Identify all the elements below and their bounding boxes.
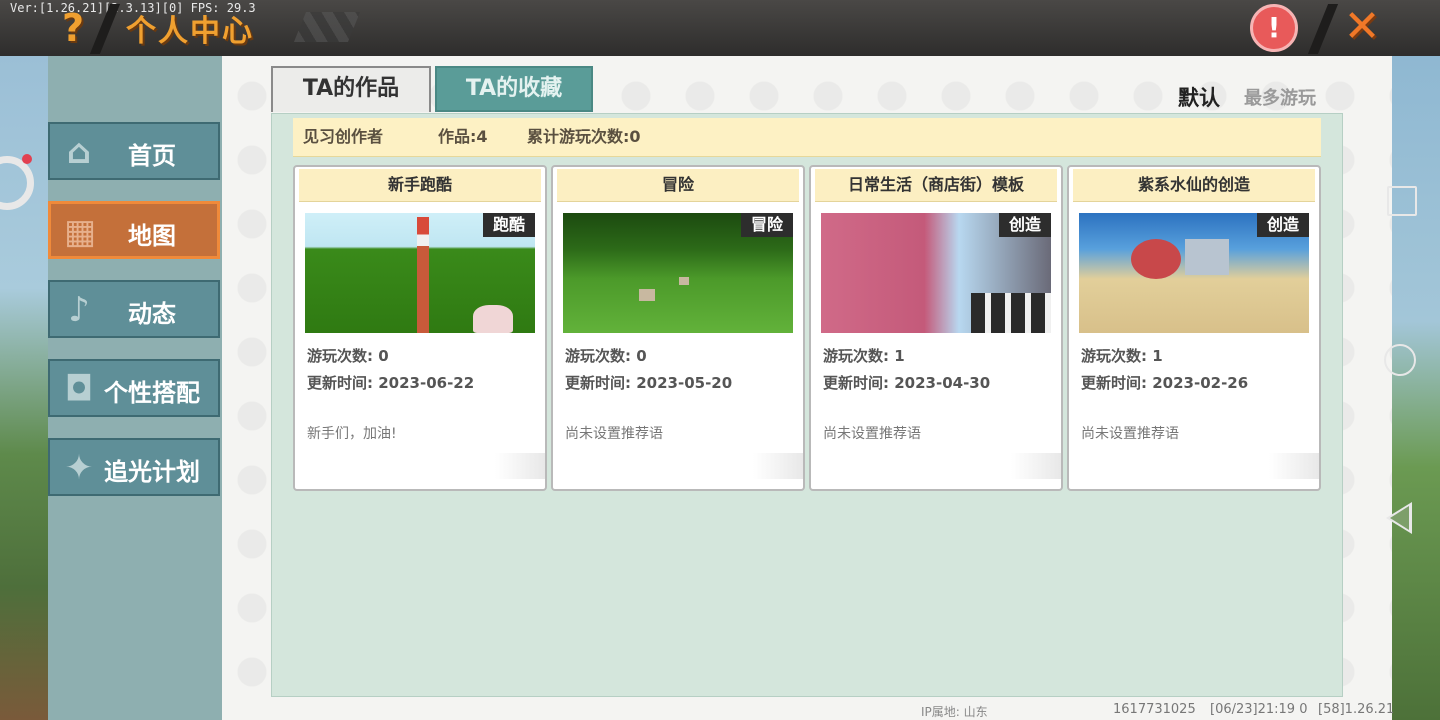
card-description: 新手们，加油! [307, 426, 397, 442]
play-count: 游玩次数: 1 [823, 347, 905, 365]
map-thumbnail[interactable]: 冒险 [563, 213, 793, 333]
works-count: 作品:4 [438, 127, 488, 146]
creator-info-bar: 见习创作者 作品:4 累计游玩次数:0 [293, 118, 1321, 157]
category-tag: 冒险 [741, 213, 793, 237]
report-warning-icon[interactable]: ! [1250, 4, 1298, 52]
sidebar-item-label: 地图 [128, 222, 176, 250]
map-card[interactable]: 日常生活（商店街）模板 创造 游玩次数: 1 更新时间: 2023-04-30 … [809, 165, 1063, 491]
system-navigation [1360, 56, 1440, 720]
header-stripe-decoration [293, 12, 361, 42]
update-time: 更新时间: 2023-06-22 [307, 374, 475, 392]
ip-location: IP属地: 山东 [921, 705, 988, 719]
sidebar-item-plan[interactable]: ✦ 追光计划 [48, 438, 220, 496]
play-count: 游玩次数: 0 [307, 347, 389, 365]
rock-decoration [639, 289, 655, 301]
block-decoration [473, 305, 513, 333]
sidebar-item-map[interactable]: ▦ 地图 [48, 201, 220, 259]
works-list: 见习创作者 作品:4 累计游玩次数:0 新手跑酷 跑酷 游玩次数: 0 更新时间… [271, 113, 1343, 697]
map-card[interactable]: 冒险 冒险 游玩次数: 0 更新时间: 2023-05-20 尚未设置推荐语 [551, 165, 805, 491]
update-time: 更新时间: 2023-04-30 [823, 374, 991, 392]
sidebar-item-activity[interactable]: ♪ 动态 [48, 280, 220, 338]
sidebar-item-label: 追光计划 [104, 458, 200, 486]
card-title: 新手跑酷 [299, 169, 541, 202]
sidebar-item-label: 动态 [128, 300, 176, 328]
card-shade [753, 453, 803, 479]
map-thumbnail[interactable]: 跑酷 [305, 213, 535, 333]
header-divider [1307, 4, 1339, 54]
top-bar: Ver:[1.26.21][2.3.13][0] FPS: 29.3 ? 个人中… [0, 0, 1440, 56]
sidebar-item-label: 个性搭配 [104, 379, 200, 407]
card-shade [1269, 453, 1319, 479]
road-decoration [971, 293, 1051, 333]
card-description: 尚未设置推荐语 [1081, 426, 1179, 442]
update-time: 更新时间: 2023-05-20 [565, 374, 733, 392]
map-card[interactable]: 新手跑酷 跑酷 游玩次数: 0 更新时间: 2023-06-22 新手们，加油! [293, 165, 547, 491]
tab-works[interactable]: TA的作品 [271, 66, 431, 112]
card-description: 尚未设置推荐语 [565, 426, 663, 442]
timestamp: [06/23]21:19 0 [1210, 702, 1308, 717]
card-title: 冒险 [557, 169, 799, 202]
recents-icon[interactable] [1387, 186, 1417, 216]
sidebar: ⌂ 首页 ▦ 地图 ♪ 动态 ◘ 个性搭配 ✦ 追光计划 [48, 56, 222, 720]
play-count: 游玩次数: 1 [1081, 347, 1163, 365]
building-decoration [1185, 239, 1229, 275]
map-card[interactable]: 紫系水仙的创造 创造 游玩次数: 1 更新时间: 2023-02-26 尚未设置… [1067, 165, 1321, 491]
page-title: 个人中心 [126, 14, 254, 49]
card-title: 紫系水仙的创造 [1073, 169, 1315, 202]
main-panel: TA的作品 TA的收藏 默认 最多游玩 见习创作者 作品:4 累计游玩次数:0 … [222, 56, 1394, 720]
user-id: 1617731025 [1113, 702, 1196, 717]
sidebar-item-outfit[interactable]: ◘ 个性搭配 [48, 359, 220, 417]
card-title: 日常生活（商店街）模板 [815, 169, 1057, 202]
tree-decoration [1131, 239, 1181, 279]
sort-default-button[interactable]: 默认 [1178, 82, 1220, 112]
sort-most-played-button[interactable]: 最多游玩 [1244, 84, 1316, 110]
tab-favorites[interactable]: TA的收藏 [435, 66, 593, 112]
tower-decoration [417, 217, 429, 333]
creator-level: 见习创作者 [303, 127, 384, 146]
map-thumbnail[interactable]: 创造 [1079, 213, 1309, 333]
back-icon-inner [1390, 506, 1409, 530]
sidebar-item-home[interactable]: ⌂ 首页 [48, 122, 220, 180]
category-tag: 创造 [1257, 213, 1309, 237]
card-description: 尚未设置推荐语 [823, 426, 921, 442]
total-plays: 累计游玩次数:0 [527, 127, 641, 146]
card-shade [1011, 453, 1061, 479]
category-tag: 跑酷 [483, 213, 535, 237]
update-time: 更新时间: 2023-02-26 [1081, 374, 1249, 392]
help-icon[interactable]: ? [62, 6, 84, 50]
notification-dot-icon [22, 154, 32, 164]
sidebar-item-label: 首页 [128, 142, 176, 170]
close-icon[interactable]: ✕ [1340, 2, 1384, 52]
category-tag: 创造 [999, 213, 1051, 237]
play-count: 游玩次数: 0 [565, 347, 647, 365]
card-shade [495, 453, 545, 479]
map-thumbnail[interactable]: 创造 [821, 213, 1051, 333]
rock-decoration [679, 277, 689, 285]
home-circle-icon[interactable] [1384, 344, 1416, 376]
